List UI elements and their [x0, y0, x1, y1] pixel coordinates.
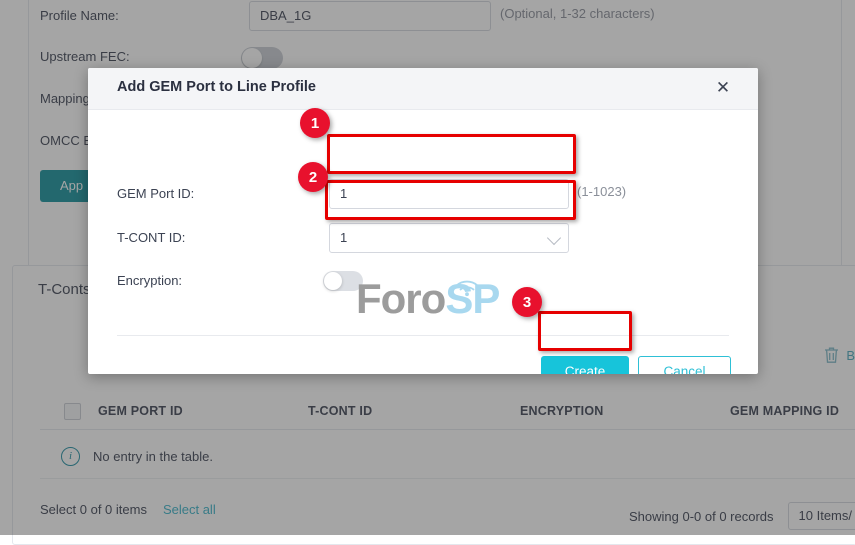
annotation-badge-3: 3 — [512, 287, 542, 317]
encryption-toggle-knob — [324, 272, 342, 290]
modal-header: Add GEM Port to Line Profile ✕ — [88, 68, 758, 110]
gem-port-id-hint: (1-1023) — [577, 184, 626, 199]
encryption-toggle[interactable] — [323, 271, 363, 291]
gem-port-id-label: GEM Port ID: — [117, 186, 194, 201]
watermark-text-foro: Foro — [356, 275, 445, 322]
annotation-badge-1: 1 — [300, 108, 330, 138]
watermark-text-isp: SP — [445, 275, 499, 322]
close-icon[interactable]: ✕ — [712, 77, 734, 99]
tcont-id-label: T-CONT ID: — [117, 230, 185, 245]
annotation-badge-2: 2 — [298, 162, 328, 192]
add-gem-port-modal: Add GEM Port to Line Profile ✕ GEM Port … — [88, 68, 758, 374]
encryption-label: Encryption: — [117, 273, 182, 288]
modal-title: Add GEM Port to Line Profile — [117, 79, 316, 95]
highlight-box-tcont-id — [325, 180, 576, 220]
modal-divider — [117, 335, 729, 336]
chevron-down-icon — [547, 231, 561, 245]
tcont-id-value: 1 — [340, 230, 347, 245]
cancel-button[interactable]: Cancel — [638, 356, 731, 374]
create-button[interactable]: Create — [541, 356, 629, 374]
highlight-box-gem-port-id — [327, 134, 576, 174]
foroisp-watermark: ForoSP — [356, 275, 499, 323]
highlight-box-create-button — [538, 311, 632, 351]
wifi-icon — [454, 259, 480, 277]
tcont-id-select[interactable]: 1 — [329, 223, 569, 253]
